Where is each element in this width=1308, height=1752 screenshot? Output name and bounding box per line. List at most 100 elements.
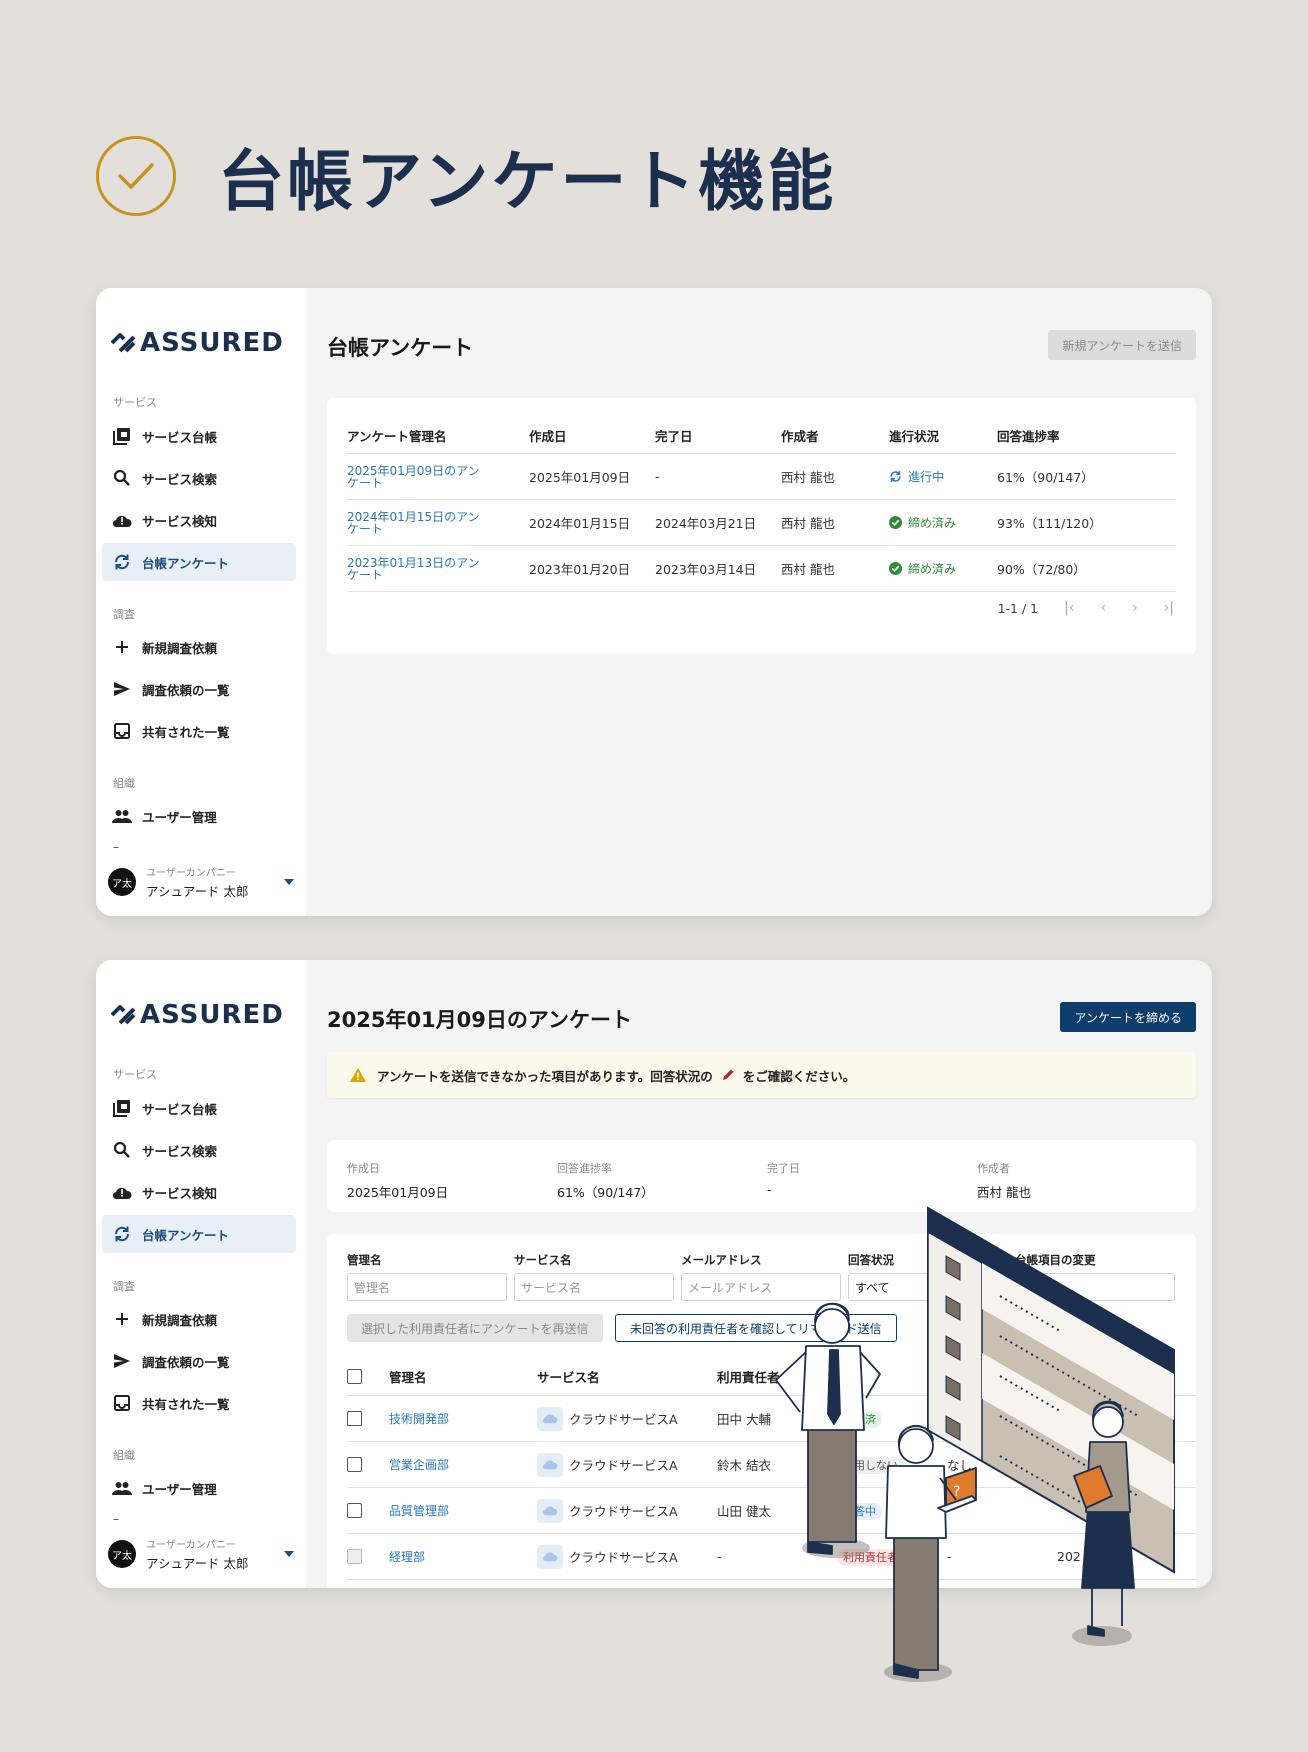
sidebar-item-service-detect[interactable]: サービス検知 bbox=[102, 501, 296, 539]
dept-link[interactable]: 経理部 bbox=[389, 1551, 537, 1563]
table-row[interactable]: 技術開発部 クラウドサービスA 田中 大輔 回答済 bbox=[347, 1396, 1196, 1442]
table-row[interactable]: 2025年01月09日のアンケート 2025年01月09日 - 西村 龍也 進行… bbox=[347, 454, 1176, 500]
row-checkbox[interactable] bbox=[347, 1457, 362, 1472]
answer-status-select[interactable]: すべて bbox=[848, 1273, 1008, 1301]
sidebar-item-label: 新規調査依頼 bbox=[142, 1312, 218, 1328]
sidebar-item-label: 調査依頼の一覧 bbox=[142, 682, 230, 698]
sidebar-item-new-request[interactable]: 新規調査依頼 bbox=[102, 628, 296, 666]
survey-name-link[interactable]: 2024年01月15日のアンケート bbox=[347, 511, 487, 535]
email-input[interactable]: メールアドレス bbox=[681, 1273, 841, 1301]
separator: – bbox=[113, 1512, 119, 1526]
user-menu[interactable]: ア太 ユーザーカンパニー アシュアード 太郎 bbox=[108, 864, 294, 900]
author: 西村 龍也 bbox=[781, 470, 835, 485]
responses-table: 管理名 サービス名 利用責任者 回 技術開発部 クラウドサービスA 田中 大輔 … bbox=[347, 1358, 1196, 1580]
user-menu[interactable]: ア太 ユーザーカンパニー アシュアード 太郎 bbox=[108, 1536, 294, 1572]
first-page-icon[interactable]: |‹ bbox=[1064, 600, 1074, 616]
sidebar-item-request-list[interactable]: 調査依頼の一覧 bbox=[102, 670, 296, 708]
sidebar-item-shared-list[interactable]: 共有された一覧 bbox=[102, 1384, 296, 1422]
last-page-icon[interactable]: ›| bbox=[1164, 600, 1174, 616]
manage-name-input[interactable]: 管理名 bbox=[347, 1273, 507, 1301]
plus-icon bbox=[112, 637, 132, 657]
dept-link[interactable]: 品質管理部 bbox=[389, 1505, 537, 1517]
owner-name: 山田 健太 bbox=[717, 1504, 771, 1519]
table-row[interactable]: 経理部 クラウドサービスA - 利用責任者 - 202 bbox=[347, 1534, 1196, 1580]
assured-logo-icon bbox=[110, 333, 136, 353]
cloud-service-icon bbox=[537, 1452, 563, 1477]
filter-manage-name: 管理名 管理名 bbox=[347, 1252, 507, 1301]
sidebar-item-label: 共有された一覧 bbox=[142, 1396, 230, 1412]
sidebar-item-service-ledger[interactable]: サービス台帳 bbox=[102, 1089, 296, 1127]
close-survey-button[interactable]: アンケートを締める bbox=[1060, 1002, 1196, 1032]
survey-name-link[interactable]: 2023年01月13日のアンケート bbox=[347, 557, 487, 581]
user-name: アシュアード 太郎 bbox=[146, 1556, 249, 1571]
col-header[interactable]: 作成者 bbox=[781, 426, 889, 445]
sidebar-item-ledger-survey[interactable]: 台帳アンケート bbox=[102, 1215, 296, 1253]
next-page-icon[interactable]: › bbox=[1132, 600, 1138, 616]
table-row[interactable]: 2024年01月15日のアンケート 2024年01月15日 2024年03月21… bbox=[347, 500, 1176, 546]
summary-label: 作成者 bbox=[977, 1162, 1010, 1175]
col-header[interactable]: 管理名 bbox=[389, 1367, 537, 1386]
status-label: 締め済み bbox=[908, 516, 957, 530]
sidebar-item-user-management[interactable]: ユーザー管理 bbox=[102, 797, 296, 835]
survey-table: アンケート管理名 作成日 完了日 作成者 進行状況 回答進捗率 2025年01月… bbox=[347, 398, 1176, 592]
sidebar-item-label: サービス台帳 bbox=[142, 1101, 218, 1117]
main-content: 台帳アンケート 新規アンケートを送信 アンケート管理名 作成日 完了日 作成者 … bbox=[306, 288, 1212, 916]
cloud-alert-icon bbox=[112, 510, 132, 530]
sidebar-item-label: サービス検索 bbox=[142, 1143, 218, 1159]
sidebar-item-shared-list[interactable]: 共有された一覧 bbox=[102, 712, 296, 750]
updated-date: 202 bbox=[1057, 1549, 1081, 1564]
logo[interactable]: ASSURED bbox=[110, 1000, 284, 1030]
col-header[interactable]: 作成日 bbox=[529, 426, 655, 445]
survey-name-link[interactable]: 2025年01月09日のアンケート bbox=[347, 465, 487, 489]
completed-date: 2024年03月21日 bbox=[655, 516, 757, 531]
filter-label: 回答状況 bbox=[848, 1253, 894, 1267]
row-checkbox[interactable] bbox=[347, 1503, 362, 1518]
col-header[interactable]: 回答進捗率 bbox=[997, 426, 1176, 445]
logo[interactable]: ASSURED bbox=[110, 328, 284, 358]
sync-icon bbox=[112, 1224, 132, 1244]
dept-link[interactable]: 技術開発部 bbox=[389, 1413, 537, 1425]
alert-text-pre: アンケートを送信できなかった項目があります。回答状況の bbox=[377, 1068, 713, 1084]
filter-label: 台帳項目の変更 bbox=[1015, 1253, 1096, 1267]
sidebar-item-service-search[interactable]: サービス検索 bbox=[102, 459, 296, 497]
service-cell: クラウドサービスA bbox=[537, 1498, 717, 1523]
remind-button[interactable]: 未回答の利用責任者を確認してリマインド送信 bbox=[615, 1314, 897, 1342]
sidebar-item-service-detect[interactable]: サービス検知 bbox=[102, 1173, 296, 1211]
sidebar-item-label: サービス検知 bbox=[142, 513, 218, 529]
prev-page-icon[interactable]: ‹ bbox=[1100, 600, 1106, 616]
col-header[interactable]: サービス名 bbox=[537, 1367, 717, 1386]
users-icon bbox=[112, 1478, 132, 1498]
table-row[interactable]: 2023年01月13日のアンケート 2023年01月20日 2023年03月14… bbox=[347, 546, 1176, 592]
col-header[interactable]: 利用責任者 bbox=[717, 1367, 837, 1386]
col-header[interactable]: 完了日 bbox=[655, 426, 781, 445]
select-all-checkbox[interactable] bbox=[347, 1369, 362, 1384]
dept-link[interactable]: 営業企画部 bbox=[389, 1459, 537, 1471]
col-header[interactable]: アンケート管理名 bbox=[347, 426, 529, 445]
sidebar-item-new-request[interactable]: 新規調査依頼 bbox=[102, 1300, 296, 1338]
sidebar-item-service-ledger[interactable]: サービス台帳 bbox=[102, 417, 296, 455]
service-name-input[interactable]: サービス名 bbox=[514, 1273, 674, 1301]
col-header[interactable]: 進行状況 bbox=[889, 426, 997, 445]
table-header: アンケート管理名 作成日 完了日 作成者 進行状況 回答進捗率 bbox=[347, 398, 1176, 454]
completed-date: 2023年03月14日 bbox=[655, 562, 757, 577]
table-row[interactable]: 営業企画部 クラウドサービスA 鈴木 結衣 利用しない なし bbox=[347, 1442, 1196, 1488]
sidebar-item-ledger-survey[interactable]: 台帳アンケート bbox=[102, 543, 296, 581]
row-checkbox[interactable] bbox=[347, 1411, 362, 1426]
completed-date: - bbox=[655, 469, 660, 484]
row-checkbox[interactable] bbox=[347, 1549, 362, 1564]
owner-name: 鈴木 結衣 bbox=[717, 1458, 771, 1473]
table-row[interactable]: 品質管理部 クラウドサービスA 山田 健太 回答中 bbox=[347, 1488, 1196, 1534]
send-new-survey-button[interactable]: 新規アンケートを送信 bbox=[1048, 330, 1196, 360]
col-header[interactable]: 回 bbox=[837, 1367, 947, 1386]
sync-icon bbox=[889, 470, 902, 483]
filter-email: メールアドレス メールアドレス bbox=[681, 1252, 841, 1301]
sidebar-item-service-search[interactable]: サービス検索 bbox=[102, 1131, 296, 1169]
sidebar-item-user-management[interactable]: ユーザー管理 bbox=[102, 1469, 296, 1507]
sidebar-item-label: 台帳アンケート bbox=[142, 1227, 230, 1243]
sidebar-item-request-list[interactable]: 調査依頼の一覧 bbox=[102, 1342, 296, 1380]
alert-text-post: をご確認ください。 bbox=[742, 1068, 856, 1084]
resend-button[interactable]: 選択した利用責任者にアンケートを再送信 bbox=[347, 1314, 603, 1342]
ledger-change-select[interactable] bbox=[1015, 1273, 1175, 1301]
status-badge: 利用責任者 bbox=[837, 1548, 904, 1566]
inbox-icon bbox=[112, 721, 132, 741]
